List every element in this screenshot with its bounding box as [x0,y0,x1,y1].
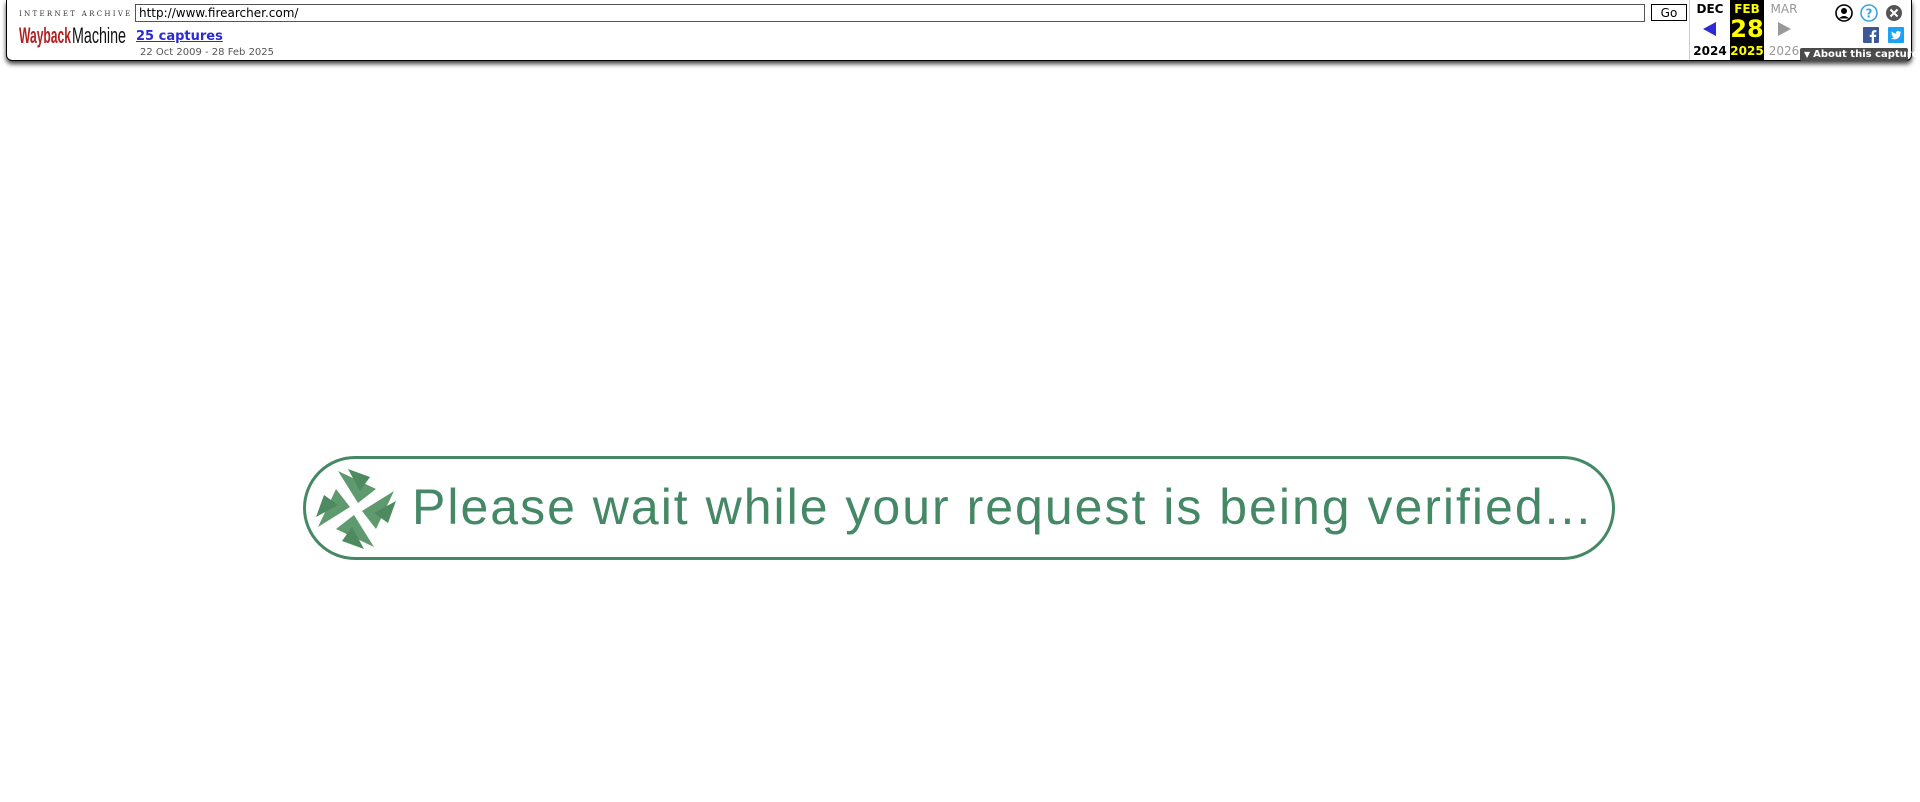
url-input[interactable] [135,4,1645,22]
next-year: 2026 [1768,44,1800,58]
svg-text:Machine: Machine [72,23,126,48]
loading-spinner-icon [316,469,396,549]
current-year: 2025 [1730,44,1764,58]
wayback-machine-wordmark: Wayback Machine [19,23,126,48]
facebook-icon[interactable] [1863,27,1879,43]
next-capture-column: MAR 2026 [1764,0,1804,60]
wayback-logo[interactable]: INTERNET ARCHIVE Wayback Machine [19,7,133,53]
caret-down-icon: ▼ [1804,50,1811,59]
current-month: FEB [1734,2,1760,16]
twitter-icon[interactable] [1888,27,1904,43]
current-capture-column: FEB 28 2025 [1730,0,1764,60]
prev-year[interactable]: 2024 [1690,44,1730,58]
svg-text:?: ? [1866,7,1873,21]
user-account-icon[interactable] [1835,4,1853,22]
svg-text:Wayback: Wayback [19,23,71,48]
wayback-toolbar: INTERNET ARCHIVE Wayback Machine Go 25 c… [6,0,1919,61]
verification-banner: Please wait while your request is being … [303,456,1615,560]
prev-month[interactable]: DEC [1690,2,1730,16]
go-button[interactable]: Go [1651,4,1687,21]
next-capture-arrow-icon [1778,22,1791,36]
captures-link[interactable]: 25 captures [136,29,223,44]
close-icon[interactable] [1885,4,1903,22]
verification-message: Please wait while your request is being … [412,479,1593,535]
current-day: 28 [1730,15,1764,43]
help-icon[interactable]: ? [1860,4,1878,22]
next-month: MAR [1770,2,1798,16]
about-capture-button[interactable]: ▼ About this capture [1800,48,1919,61]
capture-date-range: 22 Oct 2009 - 28 Feb 2025 [140,47,275,58]
about-capture-label: About this capture [1813,49,1919,60]
internet-archive-label: INTERNET ARCHIVE [19,10,133,18]
prev-capture-arrow-icon[interactable] [1701,20,1719,38]
prev-capture-column[interactable]: DEC 2024 [1690,0,1730,60]
